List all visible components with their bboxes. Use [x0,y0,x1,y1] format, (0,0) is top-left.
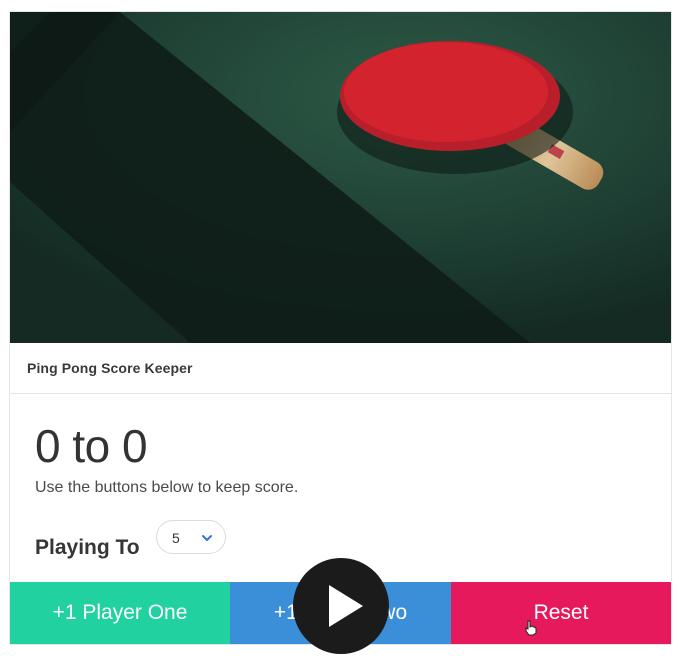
instructions-text: Use the buttons below to keep score. [35,479,299,496]
reset-button[interactable]: Reset [451,582,671,644]
ping-pong-paddle-photo [10,12,671,343]
hand-cursor-icon [524,620,538,641]
score-display: 0 to 0 [35,420,148,472]
player-one-button[interactable]: +1 Player One [10,582,230,644]
card-header: Ping Pong Score Keeper [10,343,671,394]
playing-to-value: 5 [172,530,180,546]
chevron-down-icon [201,531,213,549]
score-keeper-card: Ping Pong Score Keeper 0 to 0 Use the bu… [10,12,671,644]
video-play-button[interactable] [293,558,389,654]
card-title: Ping Pong Score Keeper [27,360,193,376]
playing-to-label: Playing To [35,536,140,559]
playing-to-select[interactable]: 5 [156,520,226,554]
play-icon [329,585,363,627]
hero-image [10,12,671,343]
